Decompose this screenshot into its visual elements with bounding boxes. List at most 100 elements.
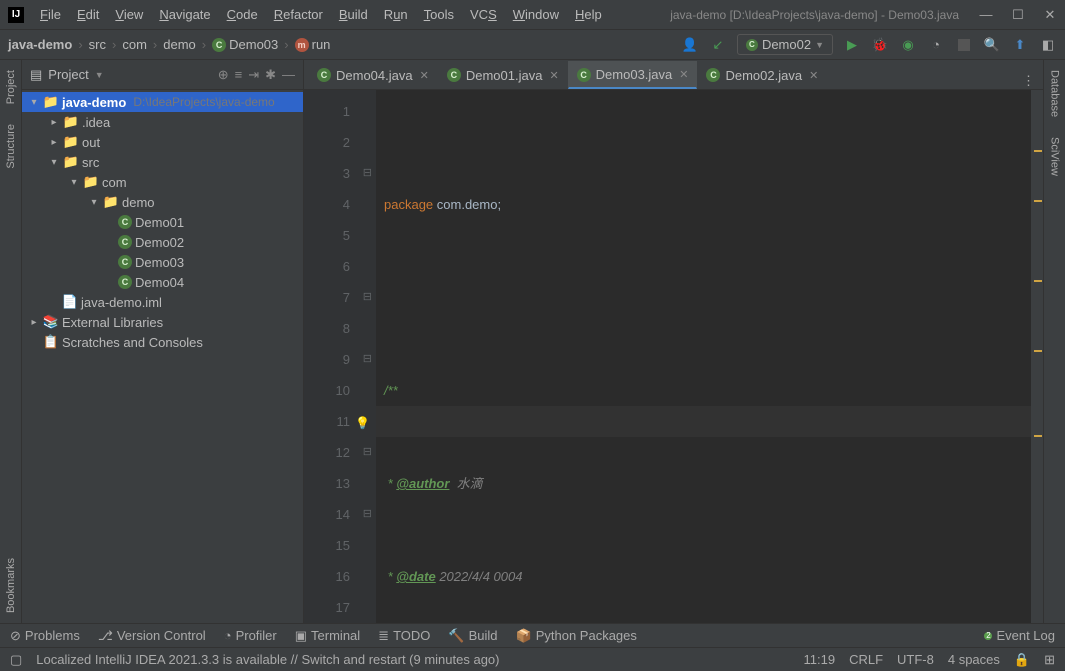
menu-build[interactable]: Build [333,5,374,24]
tree-out[interactable]: ▸📁out [22,132,303,152]
gutter[interactable]: 123⊟ 456 7⊟8 9⊟10 11💡 12⊟13 14⊟15161718 [304,90,376,623]
error-stripe[interactable] [1031,90,1043,623]
tool-build[interactable]: 🔨 Build [448,628,497,644]
tab-demo04[interactable]: CDemo04.java✕ [308,61,438,89]
profile-button[interactable]: ◔ [927,36,945,54]
menu-navigate[interactable]: Navigate [153,5,216,24]
tree-demo[interactable]: ▾📁demo [22,192,303,212]
close-icon[interactable]: ✕ [809,69,818,82]
main-area: Project Structure Bookmarks ▤ Project ▼ … [0,60,1065,623]
menu-tools[interactable]: Tools [418,5,460,24]
tool-terminal[interactable]: ▣ Terminal [295,628,360,644]
code-editor[interactable]: 123⊟ 456 7⊟8 9⊟10 11💡 12⊟13 14⊟15161718 … [304,90,1043,623]
run-button[interactable]: ▶ [843,36,861,54]
build-icon[interactable]: ↙ [709,36,727,54]
project-panel-title[interactable]: Project [48,67,88,82]
stop-button[interactable] [955,36,973,54]
search-icon[interactable]: 🔍 [983,36,1001,54]
menu-edit[interactable]: Edit [71,5,105,24]
tab-demo01[interactable]: CDemo01.java✕ [438,61,568,89]
caret-position[interactable]: 11:19 [803,652,835,667]
ide-icon[interactable]: ◧ [1039,36,1057,54]
rail-sciview[interactable]: SciView [1049,137,1061,176]
tool-vcs[interactable]: ⎇ Version Control [98,628,206,644]
collapse-all-icon[interactable]: ⇥ [248,67,259,83]
tree-demo02[interactable]: CDemo02 [22,232,303,252]
title-bar: IJ File Edit View Navigate Code Refactor… [0,0,1065,30]
menu-help[interactable]: Help [569,5,608,24]
minimize-button[interactable]: — [979,7,993,23]
menu-run[interactable]: Run [378,5,414,24]
tree-idea[interactable]: ▸📁.idea [22,112,303,132]
menu-code[interactable]: Code [221,5,264,24]
file-encoding[interactable]: UTF-8 [897,652,934,667]
menu-window[interactable]: Window [507,5,565,24]
tree-demo04[interactable]: CDemo04 [22,272,303,292]
tree-com[interactable]: ▾📁com [22,172,303,192]
chevron-icon: › [78,37,82,52]
tab-demo03[interactable]: CDemo03.java✕ [568,61,698,89]
tree-demo01[interactable]: CDemo01 [22,212,303,232]
debug-button[interactable]: 🐞 [871,36,889,54]
menu-vcs[interactable]: VCS [464,5,503,24]
navigation-bar: java-demo › src › com › demo › CDemo03 ›… [0,30,1065,60]
close-button[interactable]: ✕ [1043,7,1057,23]
dropdown-icon[interactable]: ▼ [95,70,104,80]
tree-root[interactable]: ▾📁 java-demoD:\IdeaProjects\java-demo [22,92,303,112]
add-config-icon[interactable]: 👤 [681,36,699,54]
tree-src[interactable]: ▾📁src [22,152,303,172]
editor-tabs: CDemo04.java✕ CDemo01.java✕ CDemo03.java… [304,60,1043,90]
chevron-icon: › [153,37,157,52]
right-tool-rail: Database SciView [1043,60,1065,623]
close-icon[interactable]: ✕ [679,68,688,81]
line-separator[interactable]: CRLF [849,652,883,667]
crumb-src[interactable]: src [89,37,106,52]
project-tree[interactable]: ▾📁 java-demoD:\IdeaProjects\java-demo ▸📁… [22,90,303,623]
intention-bulb-icon[interactable]: 💡 [355,408,370,439]
menu-file[interactable]: File [34,5,67,24]
tree-iml[interactable]: 📄java-demo.iml [22,292,303,312]
maximize-button[interactable]: ☐ [1011,7,1025,23]
hide-icon[interactable]: — [282,67,295,82]
tool-python[interactable]: 📦 Python Packages [516,628,637,644]
crumb-class[interactable]: CDemo03 [212,37,278,52]
toolbar: 👤 ↙ C Demo02 ▼ ▶ 🐞 ◉ ◔ 🔍 ⬆ ◧ [681,34,1057,55]
code-content[interactable]: package com.demo; /** * @author 水滴 * @da… [376,90,1031,623]
crumb-method[interactable]: mrun [295,37,331,52]
rail-project[interactable]: Project [5,70,17,104]
chevron-icon: › [284,37,288,52]
tree-external-libs[interactable]: ▸📚External Libraries [22,312,303,332]
crumb-project[interactable]: java-demo [8,37,72,52]
crumb-demo[interactable]: demo [163,37,196,52]
close-icon[interactable]: ✕ [549,69,558,82]
status-message[interactable]: Localized IntelliJ IDEA 2021.3.3 is avai… [36,652,789,667]
tree-scratches[interactable]: 📋Scratches and Consoles [22,332,303,352]
run-config-selector[interactable]: C Demo02 ▼ [737,34,833,55]
indent-setting[interactable]: 4 spaces [948,652,1000,667]
select-opened-icon[interactable]: ⊕ [218,67,229,83]
menu-refactor[interactable]: Refactor [268,5,329,24]
crumb-com[interactable]: com [122,37,147,52]
close-icon[interactable]: ✕ [420,69,429,82]
tool-todo[interactable]: ≣ TODO [378,628,430,644]
update-icon[interactable]: ⬆ [1011,36,1029,54]
rail-database[interactable]: Database [1049,70,1061,117]
readonly-icon[interactable]: 🔒 [1014,652,1030,668]
rail-structure[interactable]: Structure [5,124,17,169]
tool-problems[interactable]: ⊘ Problems [10,628,80,644]
project-tool-window: ▤ Project ▼ ⊕ ≡ ⇥ ✱ — ▾📁 java-demoD:\Ide… [22,60,304,623]
expand-all-icon[interactable]: ≡ [235,67,243,82]
tab-more-icon[interactable]: ⋮ [1022,73,1035,89]
rail-bookmarks[interactable]: Bookmarks [5,558,17,613]
tab-demo02[interactable]: CDemo02.java✕ [697,61,827,89]
tool-profiler[interactable]: ◔ Profiler [224,628,277,643]
menu-view[interactable]: View [109,5,149,24]
coverage-button[interactable]: ◉ [899,36,917,54]
editor-area: CDemo04.java✕ CDemo01.java✕ CDemo03.java… [304,60,1043,623]
tool-eventlog[interactable]: 2 Event Log [984,628,1055,643]
project-view-icon: ▤ [30,67,42,83]
status-icon[interactable]: ▢ [10,652,22,668]
settings-icon[interactable]: ✱ [265,67,276,83]
memory-icon[interactable]: ⊞ [1044,652,1055,668]
tree-demo03[interactable]: CDemo03 [22,252,303,272]
